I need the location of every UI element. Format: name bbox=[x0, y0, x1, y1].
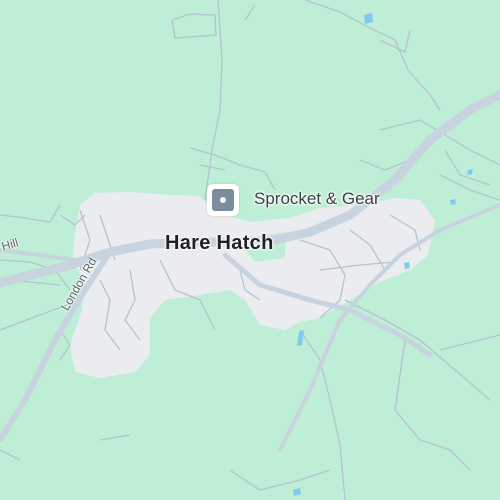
urban-area bbox=[70, 192, 435, 378]
shop-icon bbox=[212, 189, 234, 211]
poi-marker[interactable] bbox=[207, 184, 239, 216]
town-label: Hare Hatch bbox=[165, 232, 274, 254]
poi-label[interactable]: Sprocket & Gear bbox=[254, 189, 380, 209]
map-view[interactable]: London Rd Hill Sprocket & Gear Hare Hatc… bbox=[0, 0, 500, 500]
